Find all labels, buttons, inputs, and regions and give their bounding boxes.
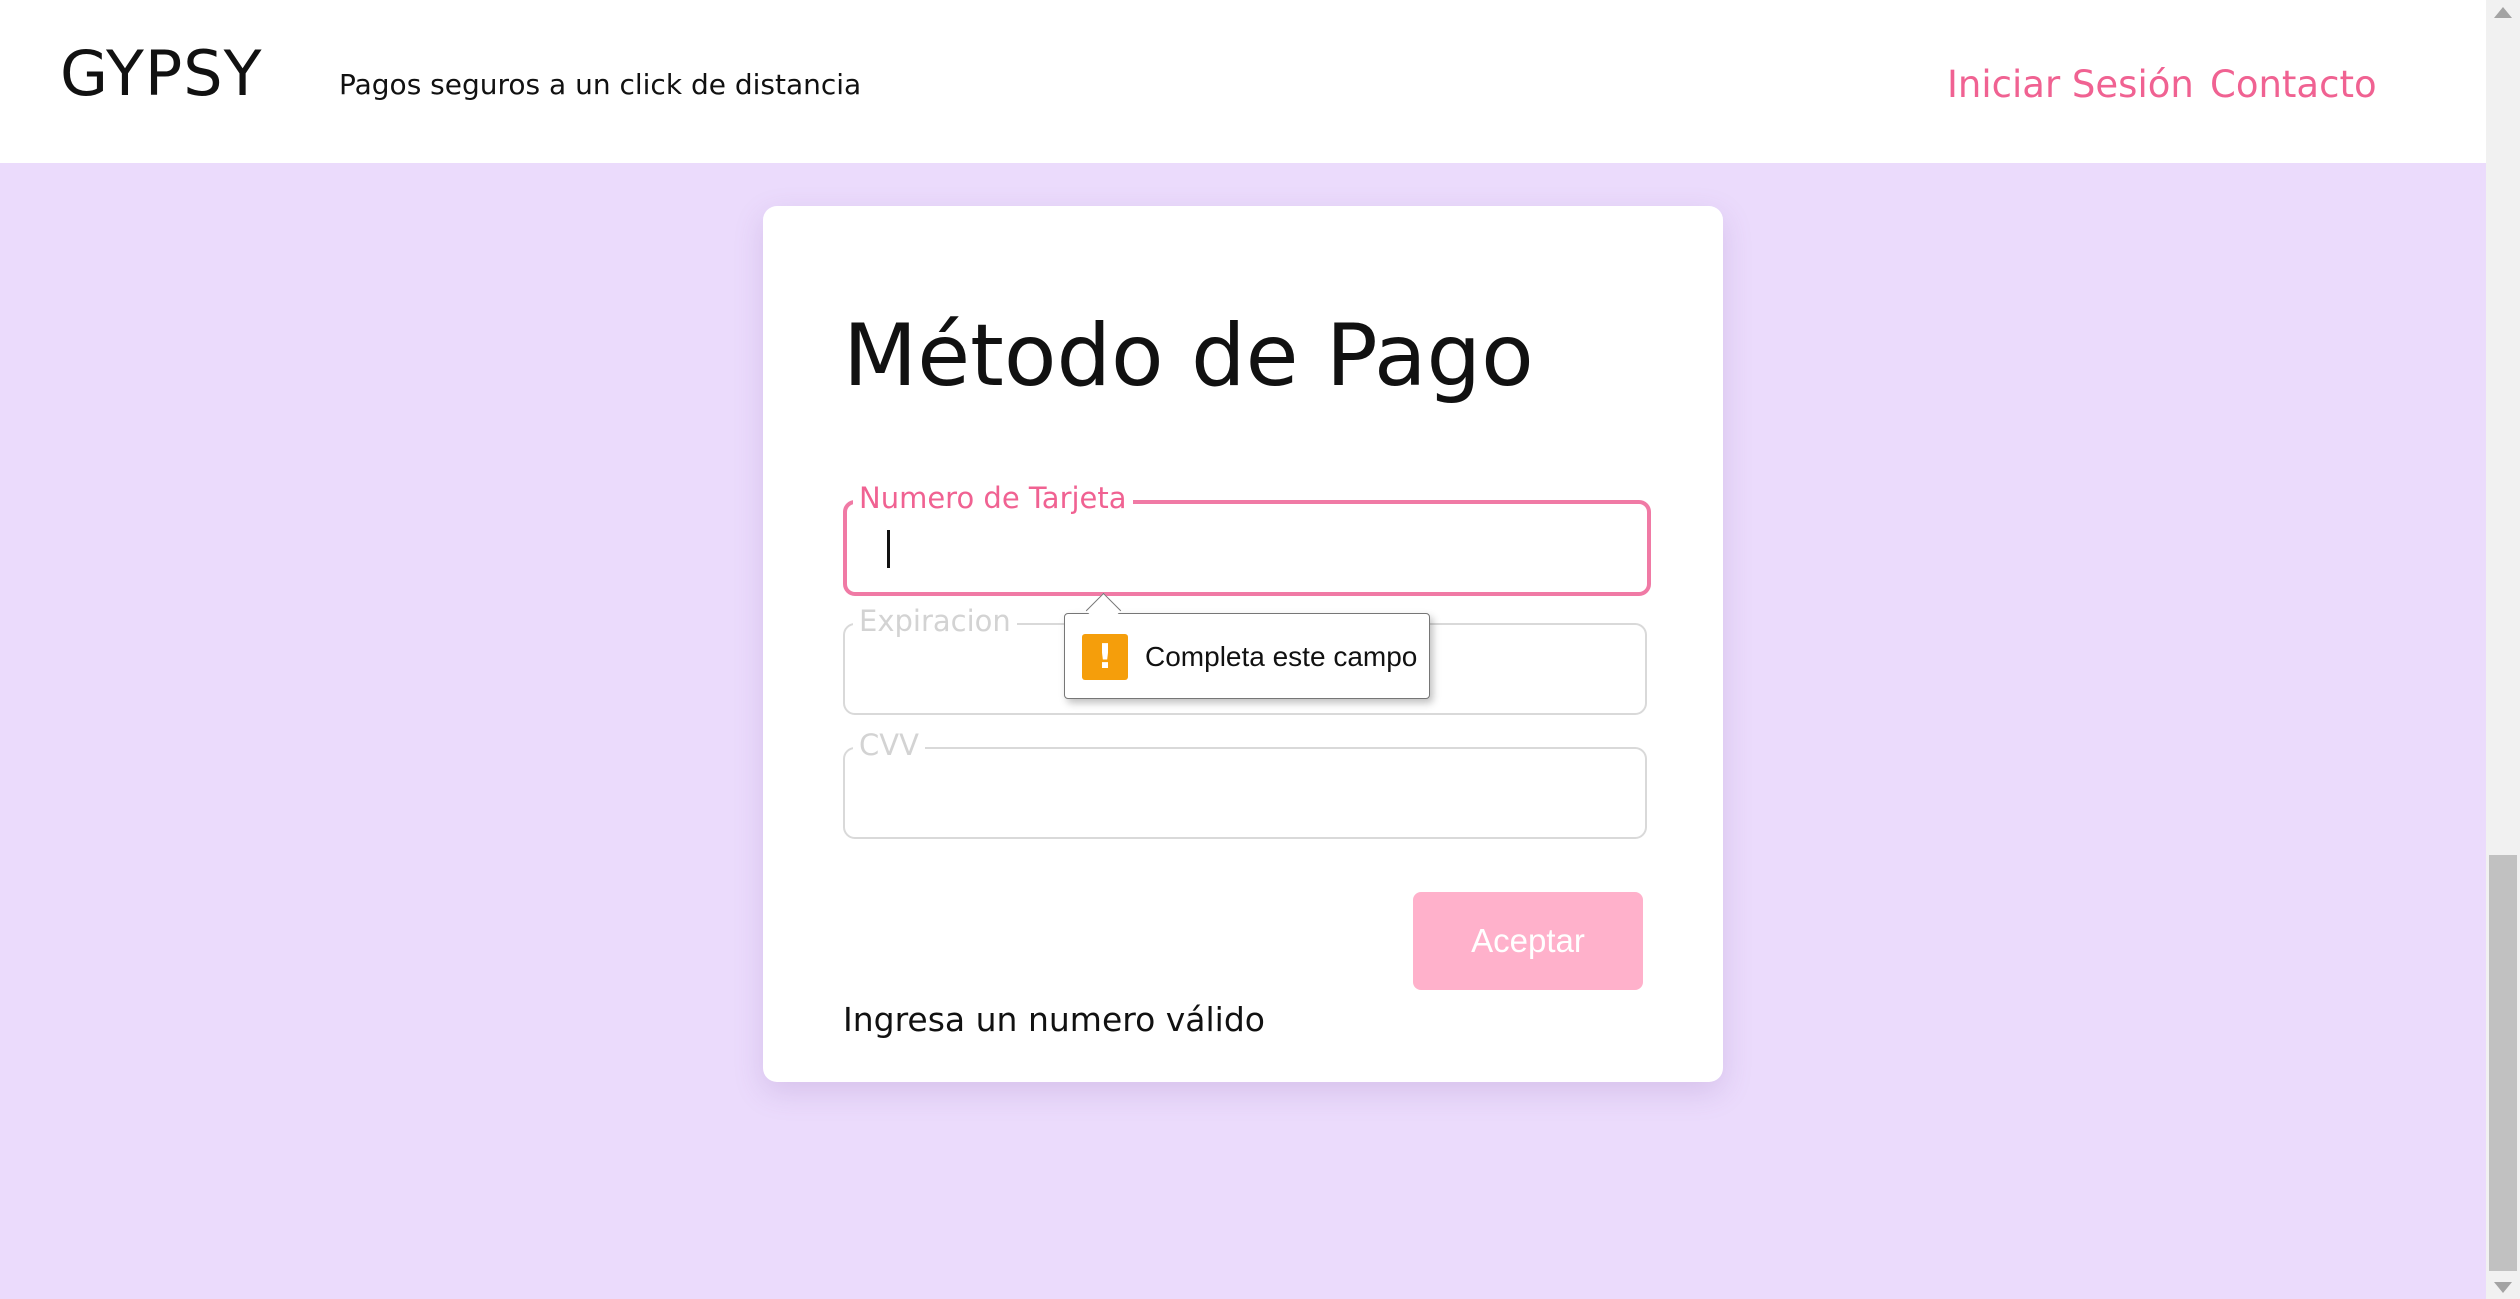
vertical-scrollbar[interactable] bbox=[2486, 0, 2520, 1299]
accept-button[interactable]: Aceptar bbox=[1413, 892, 1643, 990]
nav-contact-link[interactable]: Contacto bbox=[2210, 62, 2377, 108]
validation-tooltip: ! Completa este campo bbox=[1064, 592, 1430, 699]
cvv-input[interactable] bbox=[865, 763, 1629, 825]
error-message: Ingresa un numero válido bbox=[843, 1000, 1265, 1039]
tagline: Pagos seguros a un click de distancia bbox=[339, 68, 862, 101]
tooltip-text: Completa este campo bbox=[1145, 641, 1418, 672]
cvv-field[interactable]: CVV bbox=[843, 727, 1647, 839]
nav-login-link[interactable]: Iniciar Sesión bbox=[1947, 62, 2194, 108]
warning-icon: ! bbox=[1082, 634, 1128, 680]
card-number-label: Numero de Tarjeta bbox=[853, 480, 1133, 516]
top-header: GYPSY Pagos seguros a un click de distan… bbox=[0, 0, 2486, 163]
text-caret bbox=[887, 530, 890, 568]
page-title: Método de Pago bbox=[843, 306, 1534, 406]
card-number-input[interactable] bbox=[867, 518, 1631, 580]
scroll-up-arrow-icon[interactable] bbox=[2486, 0, 2520, 24]
card-number-field[interactable]: Numero de Tarjeta bbox=[843, 480, 1651, 596]
brand-logo[interactable]: GYPSY bbox=[60, 36, 262, 112]
expiration-label: Expiracion bbox=[853, 603, 1017, 639]
scroll-thumb[interactable] bbox=[2489, 855, 2517, 1271]
scroll-down-arrow-icon[interactable] bbox=[2486, 1275, 2520, 1299]
cvv-label: CVV bbox=[853, 727, 925, 763]
